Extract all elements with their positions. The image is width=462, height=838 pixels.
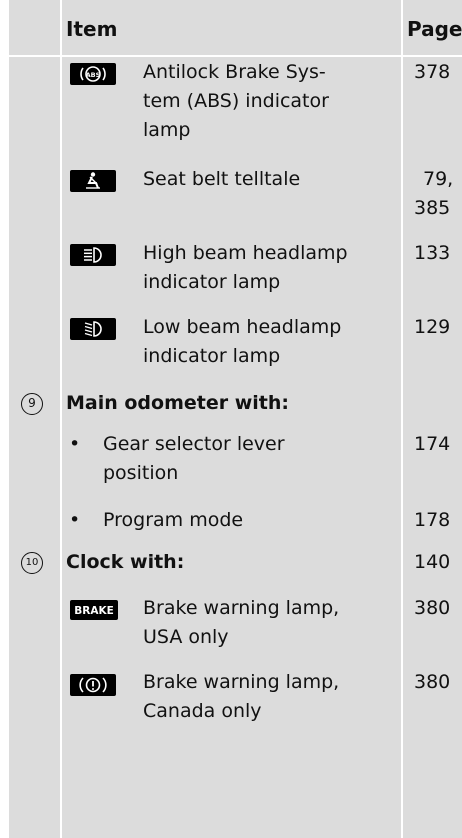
brake-text-icon: BRAKE — [70, 600, 118, 620]
header-separator — [9, 55, 462, 57]
high-beam-icon — [70, 244, 116, 266]
gear-page: 174 — [414, 433, 451, 455]
marker-10: 10 — [21, 552, 43, 574]
header-page: Page — [407, 17, 462, 41]
low-beam-page: 129 — [414, 316, 451, 338]
abs-page: 378 — [414, 61, 451, 83]
brake-usa-label-line2: USA only — [143, 626, 229, 648]
brake-canada-label-line2: Canada only — [143, 700, 262, 722]
seat-belt-page-1: 79, — [423, 168, 454, 190]
brake-warning-icon — [70, 674, 116, 696]
header-item: Item — [66, 17, 118, 41]
abs-indicator-icon: ABS — [70, 63, 116, 85]
marker-column — [9, 0, 60, 838]
gear-label-line1: Gear selector lever — [103, 433, 285, 455]
brake-usa-label-line1: Brake warning lamp, — [143, 597, 340, 619]
bullet-gear: • — [69, 433, 81, 455]
low-beam-label-line1: Low beam headlamp — [143, 316, 342, 338]
seat-belt-page-2: 385 — [414, 197, 451, 219]
bullet-program: • — [69, 509, 81, 531]
item-page-table: Item Page ABS Antilock Brake Sys- tem (A… — [9, 0, 462, 838]
seat-belt-icon — [70, 170, 116, 192]
clock-title: Clock with: — [66, 551, 185, 573]
high-beam-label-line2: indicator lamp — [143, 271, 281, 293]
abs-label-line2: tem (ABS) indicator — [143, 90, 329, 112]
brake-canada-page: 380 — [414, 671, 451, 693]
brake-usa-page: 380 — [414, 597, 451, 619]
marker-9: 9 — [21, 393, 43, 415]
abs-label-line3: lamp — [143, 119, 191, 141]
page-column — [403, 0, 462, 838]
svg-text:ABS: ABS — [86, 71, 101, 79]
program-mode-page: 178 — [414, 509, 451, 531]
odometer-title: Main odometer with: — [66, 392, 289, 414]
low-beam-label-line2: indicator lamp — [143, 345, 281, 367]
brake-canada-label-line1: Brake warning lamp, — [143, 671, 340, 693]
low-beam-icon — [70, 318, 116, 340]
high-beam-label-line1: High beam headlamp — [143, 242, 348, 264]
program-mode-label: Program mode — [103, 509, 244, 531]
gear-label-line2: position — [103, 462, 179, 484]
abs-label-line1: Antilock Brake Sys- — [143, 61, 326, 83]
high-beam-page: 133 — [414, 242, 451, 264]
seat-belt-label: Seat belt telltale — [143, 168, 301, 190]
clock-page: 140 — [414, 551, 451, 573]
svg-text:BRAKE: BRAKE — [74, 605, 114, 617]
